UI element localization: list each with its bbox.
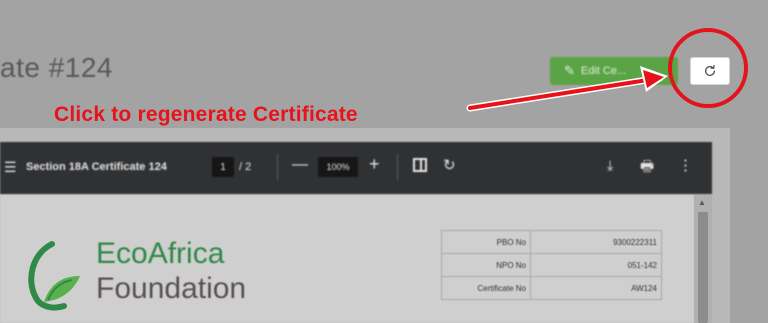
pencil-icon: ✎ — [564, 63, 575, 78]
toolbar-divider — [397, 154, 398, 180]
pdf-toolbar: ☰ Section 18A Certificate 124 1 / 2 — 10… — [0, 142, 712, 194]
certificate-no-value: AW124 — [530, 276, 662, 300]
org-name-line1: EcoAfrica — [96, 237, 225, 270]
leaf-logo-icon — [28, 241, 80, 311]
edit-certificate-label: Edit Ce... — [580, 65, 627, 77]
table-row: Certificate No AW124 — [441, 276, 662, 300]
menu-icon[interactable]: ☰ — [4, 159, 17, 176]
rotate-icon[interactable]: ↻ — [443, 156, 456, 174]
fit-page-icon[interactable] — [413, 158, 427, 172]
scrollbar-thumb[interactable] — [698, 212, 708, 323]
scroll-up-icon[interactable]: ▲ — [698, 198, 706, 207]
certificate-info-table: PBO No 9300222311 NPO No 051-142 Certifi… — [441, 230, 662, 300]
zoom-out-button[interactable]: — — [292, 156, 308, 174]
print-icon[interactable]: 🖶 — [640, 156, 654, 181]
page-title: ate #124 — [0, 52, 113, 83]
toolbar-divider — [277, 154, 278, 180]
npo-label: NPO No — [441, 253, 531, 277]
pbo-value: 9300222311 — [530, 230, 662, 254]
regenerate-certificate-button[interactable] — [690, 57, 730, 85]
more-icon[interactable]: ⋮ — [678, 156, 693, 174]
org-name-line2: Foundation — [96, 272, 247, 305]
npo-value: 051-142 — [530, 253, 662, 277]
page-number-input[interactable]: 1 — [212, 157, 234, 177]
zoom-level-input[interactable]: 100% — [318, 157, 358, 177]
table-row: NPO No 051-142 — [441, 253, 662, 277]
edit-certificate-button[interactable]: ✎ Edit Ce... — [550, 57, 678, 85]
certificate-no-label: Certificate No — [441, 276, 531, 300]
refresh-icon — [704, 64, 716, 76]
page-count: / 2 — [239, 161, 252, 173]
document-title: Section 18A Certificate 124 — [26, 161, 167, 173]
pbo-label: PBO No — [441, 230, 531, 254]
table-row: PBO No 9300222311 — [441, 230, 662, 254]
download-icon[interactable]: ⤓ — [607, 157, 613, 174]
annotation-callout: Click to regenerate Certificate — [54, 103, 358, 126]
zoom-in-button[interactable]: + — [369, 154, 380, 175]
